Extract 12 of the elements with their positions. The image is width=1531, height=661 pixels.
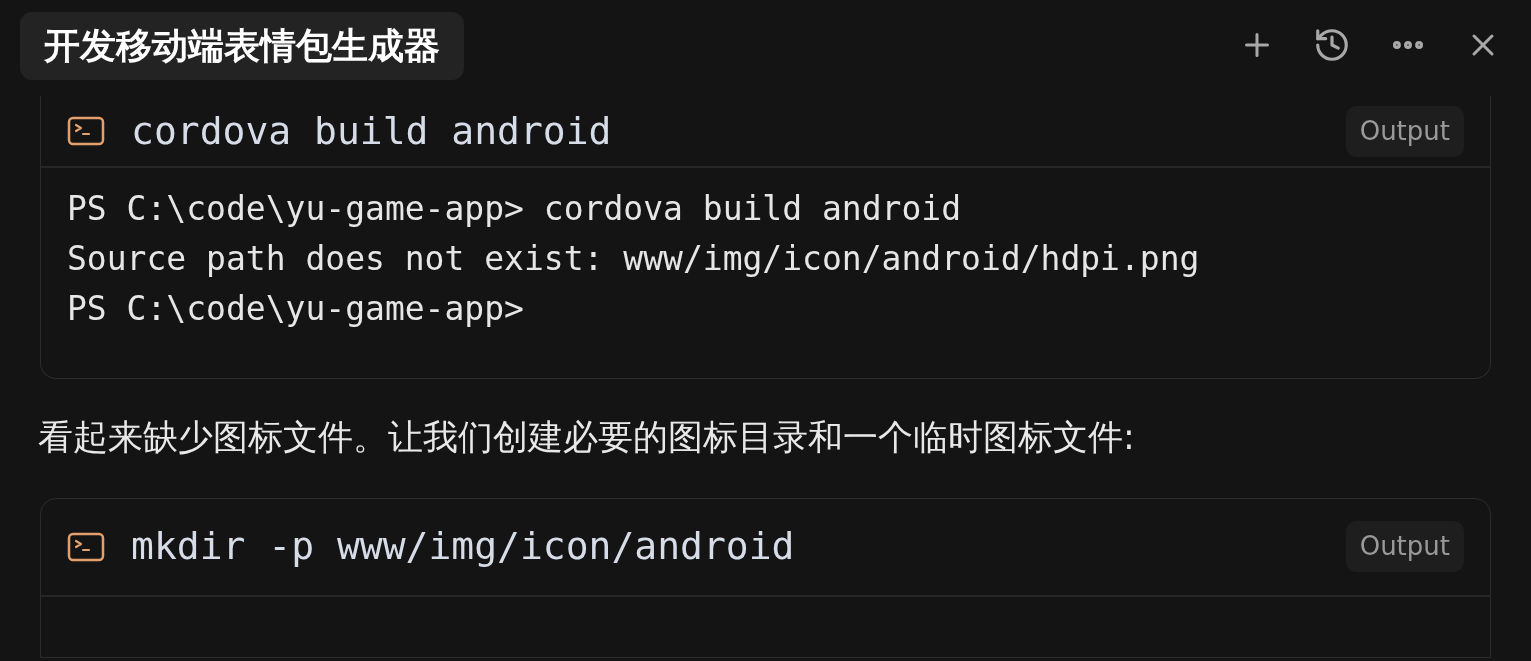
terminal-icon [67,531,105,562]
terminal-output-line: Source path does not exist: www/img/icon/android/hdpi.png [67,238,1201,280]
assistant-message: 看起来缺少图标文件。让我们创建必要的图标目录和一个临时图标文件: [38,417,1135,457]
terminal-output-line: PS C:\code\yu-game-app> cordova build android [67,188,963,230]
command-text: mkdir -p www/img/icon/android [131,523,795,570]
terminal-output-line: PS C:\code\yu-game-app> [67,288,525,330]
terminal-icon [67,116,105,146]
history-icon[interactable] [1313,26,1351,64]
output-button[interactable]: Output [1345,521,1464,572]
chat-title: 开发移动端表情包生成器 [20,12,464,80]
output-button[interactable]: Output [1345,105,1464,157]
command-text: cordova build android [131,107,612,155]
